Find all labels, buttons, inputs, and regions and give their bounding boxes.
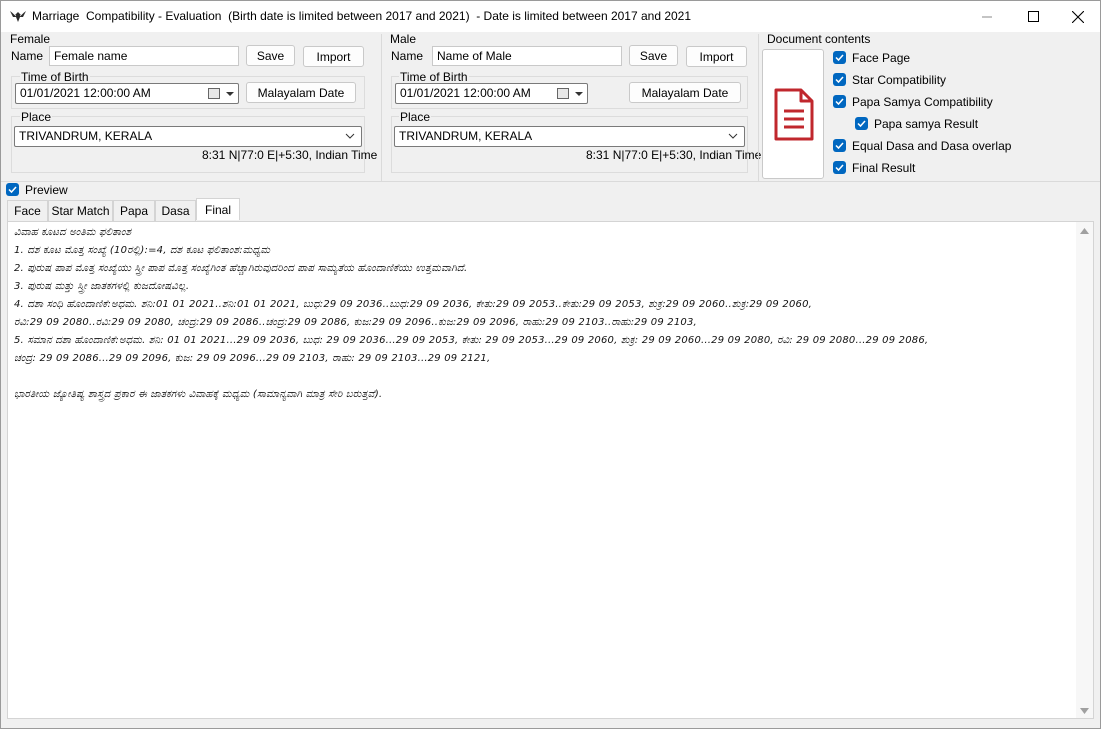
female-coordinates: 8:31 N|77:0 E|+5:30, Indian Time — [202, 148, 378, 162]
female-name-label: Name — [11, 49, 44, 63]
result-line: ರವಿ:29 09 2080..ರವಿ:29 09 2080, ಚಂದ್ರ:29… — [14, 317, 697, 328]
check-icon — [835, 98, 844, 106]
title-bar[interactable]: Marriage Compatibility - Evaluation (Bir… — [1, 1, 1100, 32]
female-datetime-picker[interactable]: 01/01/2021 12:00:00 AM — [15, 83, 239, 104]
maximize-button[interactable] — [1010, 1, 1056, 32]
male-save-button[interactable]: Save — [629, 45, 678, 66]
result-line: 4. ದಶಾ ಸಂಧಿ ಹೊಂದಾಣಿಕೆ:ಅಧಮ. ಶನಿ:01 01 202… — [14, 299, 813, 310]
result-line: 5. ಸಮಾನ ದಶಾ ಹೊಂದಾಣಿಕೆ:ಅಧಮ. ಶನಿ: 01 01 20… — [14, 335, 929, 346]
maximize-icon — [1027, 11, 1039, 22]
window-title: Marriage Compatibility - Evaluation (Bir… — [32, 9, 692, 23]
female-section-label: Female — [10, 32, 51, 46]
star-compatibility-checkbox[interactable] — [833, 73, 846, 86]
check-icon — [835, 142, 844, 150]
female-place-label: Place — [20, 110, 53, 124]
female-place-select[interactable]: TRIVANDRUM, KERALA — [14, 126, 362, 147]
male-import-button[interactable]: Import — [686, 46, 747, 67]
male-name-input[interactable]: Name of Male — [432, 46, 622, 66]
main-window: Marriage Compatibility - Evaluation (Bir… — [0, 0, 1101, 729]
male-malayalam-date-button[interactable]: Malayalam Date — [629, 82, 741, 103]
divider — [1, 181, 1100, 182]
equal-dasa-label: Equal Dasa and Dasa overlap — [852, 139, 1012, 153]
check-icon — [835, 164, 844, 172]
chevron-down-icon — [345, 133, 355, 139]
female-place-value: TRIVANDRUM, KERALA — [19, 129, 153, 143]
eagle-icon — [10, 11, 26, 22]
female-import-button[interactable]: Import — [303, 46, 364, 67]
scroll-up-icon[interactable] — [1080, 228, 1089, 234]
check-icon — [835, 54, 844, 62]
female-name-input[interactable]: Female name — [49, 46, 239, 66]
male-place-value: TRIVANDRUM, KERALA — [399, 129, 533, 143]
female-time-label: Time of Birth — [20, 70, 90, 84]
male-name-label: Name — [391, 49, 424, 63]
face-page-label: Face Page — [852, 51, 911, 65]
result-line: 2. ಪುರುಷ ಪಾಪ ಮೊತ್ತ ಸಂಖ್ಯೆಯು ಸ್ತ್ರೀ ಪಾಪ ಮ… — [14, 263, 468, 274]
close-icon — [1072, 10, 1084, 23]
minimize-button[interactable] — [964, 1, 1010, 32]
male-datetime-value: 01/01/2021 12:00:00 AM — [400, 86, 531, 100]
male-place-select[interactable]: TRIVANDRUM, KERALA — [394, 126, 745, 147]
male-time-label: Time of Birth — [399, 70, 469, 84]
calendar-icon — [557, 88, 569, 99]
document-icon — [774, 88, 814, 141]
scroll-down-icon[interactable] — [1080, 708, 1089, 714]
result-line: ಚಂದ್ರ: 29 09 2086...29 09 2096, ಕುಜ: 29 … — [14, 353, 491, 364]
result-line: 1. ದಶ ಕೂಟ ಮೊತ್ತ ಸಂಖ್ಯೆ (10ರಲ್ಲಿ):=4, ದಶ … — [14, 245, 271, 256]
calendar-icon — [208, 88, 220, 99]
tab-final[interactable]: Final — [196, 198, 240, 220]
check-icon — [835, 76, 844, 84]
document-button[interactable] — [762, 49, 824, 179]
papa-samya-result-label: Papa samya Result — [874, 117, 979, 131]
female-datetime-value: 01/01/2021 12:00:00 AM — [20, 86, 151, 100]
close-button[interactable] — [1055, 1, 1101, 32]
female-malayalam-date-button[interactable]: Malayalam Date — [246, 82, 356, 103]
male-coordinates: 8:31 N|77:0 E|+5:30, Indian Time — [586, 148, 762, 162]
chevron-down-icon — [575, 92, 583, 96]
result-text-area[interactable]: ವಿವಾಹ ಕೂಟದ ಅಂತಿಮ ಫಲಿತಾಂಶ 1. ದಶ ಕೂಟ ಮೊತ್ತ… — [7, 221, 1094, 719]
male-datetime-picker[interactable]: 01/01/2021 12:00:00 AM — [395, 83, 588, 104]
equal-dasa-checkbox[interactable] — [833, 139, 846, 152]
star-compatibility-label: Star Compatibility — [852, 73, 947, 87]
chevron-down-icon — [728, 133, 738, 139]
check-icon — [857, 120, 866, 128]
preview-checkbox[interactable] — [6, 183, 19, 196]
final-result-checkbox[interactable] — [833, 161, 846, 174]
document-contents-label: Document contents — [767, 32, 871, 46]
final-result-label: Final Result — [852, 161, 916, 175]
face-page-checkbox[interactable] — [833, 51, 846, 64]
papa-samya-compatibility-label: Papa Samya Compatibility — [852, 95, 993, 109]
male-section-label: Male — [390, 32, 417, 46]
tab-star-match[interactable]: Star Match — [48, 200, 113, 221]
divider — [381, 34, 382, 181]
papa-samya-compatibility-checkbox[interactable] — [833, 95, 846, 108]
vertical-scrollbar[interactable] — [1076, 222, 1093, 718]
tab-dasa[interactable]: Dasa — [155, 200, 196, 221]
result-line: ಭಾರತೀಯ ಜ್ಯೋತಿಷ್ಯ ಶಾಸ್ತ್ರದ ಪ್ರಕಾರ ಈ ಜಾತಕಗ… — [14, 389, 383, 400]
result-line: ವಿವಾಹ ಕೂಟದ ಅಂತಿಮ ಫಲಿತಾಂಶ — [14, 227, 132, 238]
male-place-label: Place — [399, 110, 432, 124]
preview-label: Preview — [25, 183, 68, 197]
check-icon — [8, 186, 17, 194]
papa-samya-result-checkbox[interactable] — [855, 117, 868, 130]
tab-papa[interactable]: Papa — [113, 200, 155, 221]
tab-face[interactable]: Face — [7, 200, 48, 221]
chevron-down-icon — [226, 92, 234, 96]
minimize-icon — [982, 16, 992, 17]
female-save-button[interactable]: Save — [246, 45, 295, 66]
divider — [758, 34, 759, 181]
result-line: 3. ಪುರುಷ ಮತ್ತು ಸ್ತ್ರೀ ಜಾತಕಗಳಲ್ಲಿ ಕುಜದೋಷವ… — [14, 281, 190, 292]
